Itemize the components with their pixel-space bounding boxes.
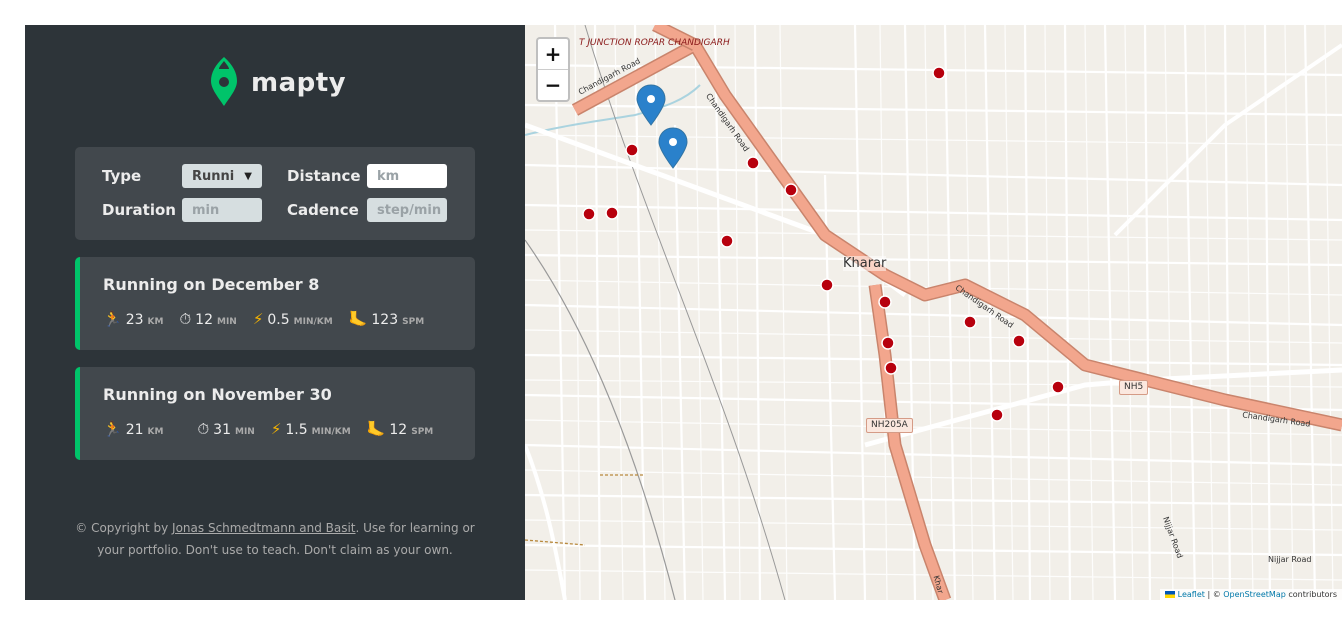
stopwatch-icon: ⏱ [179,310,192,328]
attribution-suffix: contributors [1285,590,1337,599]
logo: mapty [209,55,346,111]
logo-text: mapty [251,68,347,98]
leaflet-link[interactable]: Leaflet [1178,590,1205,599]
cadence-input[interactable]: step/min [367,198,447,222]
osm-link[interactable]: OpenStreetMap [1223,590,1286,599]
pace-value: 1.5 [285,422,308,438]
distance-unit: km [147,427,164,437]
runner-icon: 🏃 [103,310,122,328]
workout-stats: 🏃 23 km ⏱ 12 min ⚡ 0.5 min/km 🦶 123 [103,310,440,328]
workout-location-markers [636,84,688,169]
duration-unit: min [216,317,237,327]
road-label: Nijjar Road [1268,555,1312,564]
map-attribution: Leaflet | © OpenStreetMap contributors [1160,589,1342,600]
lightning-icon: ⚡ [252,310,264,328]
zoom-in-button[interactable]: + [538,39,568,70]
copyright: © Copyright by Jonas Schmedtmann and Bas… [75,517,475,561]
distance-input[interactable]: km [367,164,447,188]
distance-value: 21 [125,422,144,438]
cadence-unit: spm [402,317,425,327]
stat-pace: ⚡ 1.5 min/km [271,420,351,438]
workout-item[interactable]: Running on November 30 🏃 21 km ⏱ 31 min … [75,367,475,460]
stat-pace: ⚡ 0.5 min/km [253,310,333,328]
stat-duration: ⏱ 12 min [179,310,236,328]
junction-label: T JUNCTION ROPAR CHANDIGARH [579,38,730,48]
map[interactable]: T JUNCTION ROPAR CHANDIGARH Kharar Chand… [525,25,1342,600]
foot-icon: 🦶 [366,420,386,438]
form-row-2: Duration min Cadence step/min [102,198,447,222]
stat-duration: ⏱ 31 min [197,420,254,438]
workout-title: Running on November 30 [103,385,332,404]
duration-unit: min [234,427,255,437]
sidebar: mapty Type Runni ▼ Distance km Duration … [25,25,525,600]
pace-unit: min/km [311,427,351,437]
duration-input[interactable]: min [182,198,262,222]
map-pin-logo-icon [209,55,239,111]
lightning-icon: ⚡ [270,420,282,438]
pace-value: 0.5 [267,312,290,328]
zoom-out-button[interactable]: − [538,70,568,100]
foot-icon: 🦶 [348,310,368,328]
duration-label: Duration [102,201,176,219]
stat-distance: 🏃 23 km [103,310,163,328]
stat-distance: 🏃 21 km [103,420,163,438]
stopwatch-icon: ⏱ [197,420,210,438]
chevron-down-icon: ▼ [244,170,252,182]
duration-value: 12 [195,312,213,328]
workout-stats: 🏃 21 km ⏱ 31 min ⚡ 1.5 min/km 🦶 12 [103,420,449,438]
app: mapty Type Runni ▼ Distance km Duration … [25,25,1342,600]
place-label-kharar: Kharar [843,256,887,271]
distance-value: 23 [125,312,144,328]
type-select[interactable]: Runni ▼ [182,164,262,188]
workout-item[interactable]: Running on December 8 🏃 23 km ⏱ 12 min ⚡… [75,257,475,350]
highway-shield: NH205A [866,418,913,433]
attribution-separator: | © [1204,590,1224,599]
form-row-1: Type Runni ▼ Distance km [102,164,447,188]
workout-form: Type Runni ▼ Distance km Duration min Ca… [75,147,475,240]
cadence-placeholder: step/min [377,202,442,218]
author-link[interactable]: Jonas Schmedtmann and Basit [172,521,355,535]
cadence-label: Cadence [287,201,359,219]
distance-placeholder: km [377,168,400,184]
map-tiles[interactable] [525,25,1342,600]
type-select-value: Runni [192,168,235,184]
workout-title: Running on December 8 [103,275,320,294]
duration-value: 31 [213,422,231,438]
stat-cadence: 🦶 12 spm [367,420,434,438]
pace-unit: min/km [293,317,333,327]
copyright-prefix: © Copyright by [75,521,173,535]
stat-cadence: 🦶 123 spm [349,310,424,328]
zoom-control: + − [536,37,570,102]
type-label: Type [102,167,142,185]
duration-placeholder: min [192,202,220,218]
cadence-value: 123 [371,312,399,328]
cadence-value: 12 [389,422,408,438]
highway-shield: NH5 [1119,380,1149,395]
ukraine-flag-icon [1165,591,1176,598]
distance-unit: km [147,317,164,327]
distance-label: Distance [287,167,361,185]
cadence-unit: spm [411,427,434,437]
runner-icon: 🏃 [103,420,122,438]
